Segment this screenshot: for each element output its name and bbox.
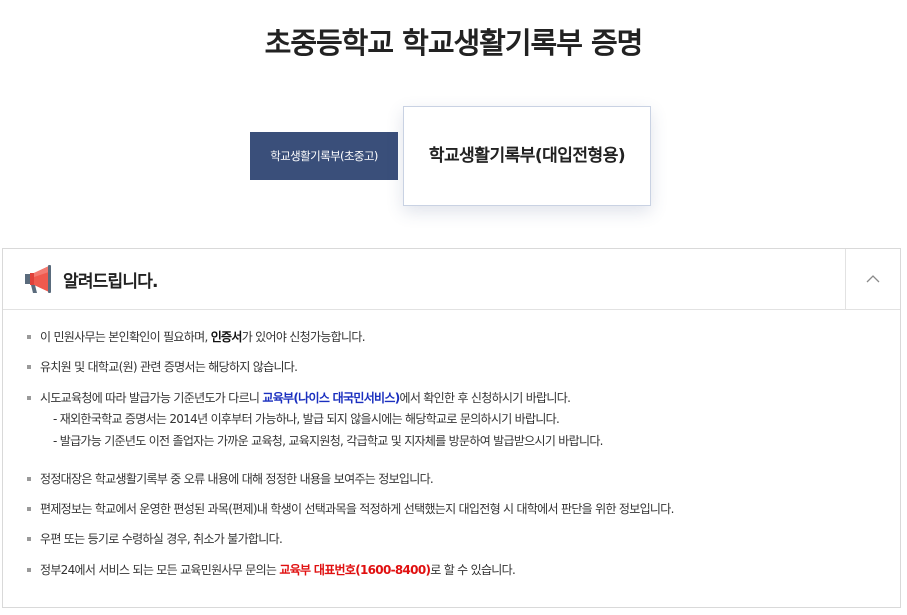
tab-record-admission-label: 학교생활기록부(대입전형용) xyxy=(428,146,626,166)
item-text-post: 에서 확인한 후 신청하시기 바랍니다. xyxy=(399,391,571,405)
item-text-pre: 정부24에서 서비스 되는 모든 교육민원사무 문의는 xyxy=(40,563,280,577)
tab-record-admission[interactable]: 학교생활기록부(대입전형용) xyxy=(403,106,651,206)
item-text: 유치원 및 대학교(원) 관련 증명서는 해당하지 않습니다. xyxy=(40,360,298,374)
megaphone-icon xyxy=(25,265,51,293)
bullet xyxy=(27,335,31,339)
phone-number-text: 교육부 대표번호(1600-8400) xyxy=(279,563,431,577)
notice-box: 알려드립니다. 이 민원사무는 본인확인이 필요하며, 인증서가 있어야 신청가… xyxy=(2,248,901,608)
notice-toggle-button[interactable] xyxy=(845,249,900,309)
item-text: 시도교육청에 따라 발급가능 기준년도가 다르니 교육부(나이스 대국민서비스)… xyxy=(40,390,571,406)
item-text: 이 민원사무는 본인확인이 필요하며, 인증서가 있어야 신청가능합니다. xyxy=(40,329,366,345)
sub-list-item: - 재외한국학교 증명서는 2014년 이후부터 가능하나, 발급 되지 않을시… xyxy=(53,412,560,426)
item-text-post: 가 있어야 신청가능합니다. xyxy=(241,330,366,344)
item-text-pre: 이 민원사무는 본인확인이 필요하며, xyxy=(40,330,211,344)
item-text: 편제정보는 학교에서 운영한 편성된 과목(편제)내 학생이 선택과목을 적정하… xyxy=(40,502,674,516)
item-text-post: 로 할 수 있습니다. xyxy=(430,563,516,577)
bullet xyxy=(27,537,31,541)
notice-header: 알려드립니다. xyxy=(3,249,900,310)
tab-record-basic[interactable]: 학교생활기록부(초중고) xyxy=(250,132,398,180)
sub-list-item: - 발급가능 기준년도 이전 졸업자는 가까운 교육청, 교육지원청, 각급학교… xyxy=(53,434,603,448)
bullet xyxy=(27,477,31,481)
bullet xyxy=(27,396,31,400)
chevron-up-icon xyxy=(866,275,880,283)
item-text-emphasis: 인증서 xyxy=(210,330,243,344)
item-text: 우편 또는 등기로 수령하실 경우, 취소가 불가합니다. xyxy=(40,532,283,546)
neis-link[interactable]: 교육부(나이스 대국민서비스) xyxy=(262,391,400,405)
item-text: 정부24에서 서비스 되는 모든 교육민원사무 문의는 교육부 대표번호(160… xyxy=(40,562,516,578)
item-text-pre: 시도교육청에 따라 발급가능 기준년도가 다르니 xyxy=(40,391,263,405)
bullet xyxy=(27,507,31,511)
bullet xyxy=(27,568,31,572)
notice-title: 알려드립니다. xyxy=(63,272,159,292)
item-text: 정정대장은 학교생활기록부 중 오류 내용에 대해 정정한 내용을 보여주는 정… xyxy=(40,472,434,486)
bullet xyxy=(27,365,31,369)
page-title: 초중등학교 학교생활기록부 증명 xyxy=(264,26,644,60)
